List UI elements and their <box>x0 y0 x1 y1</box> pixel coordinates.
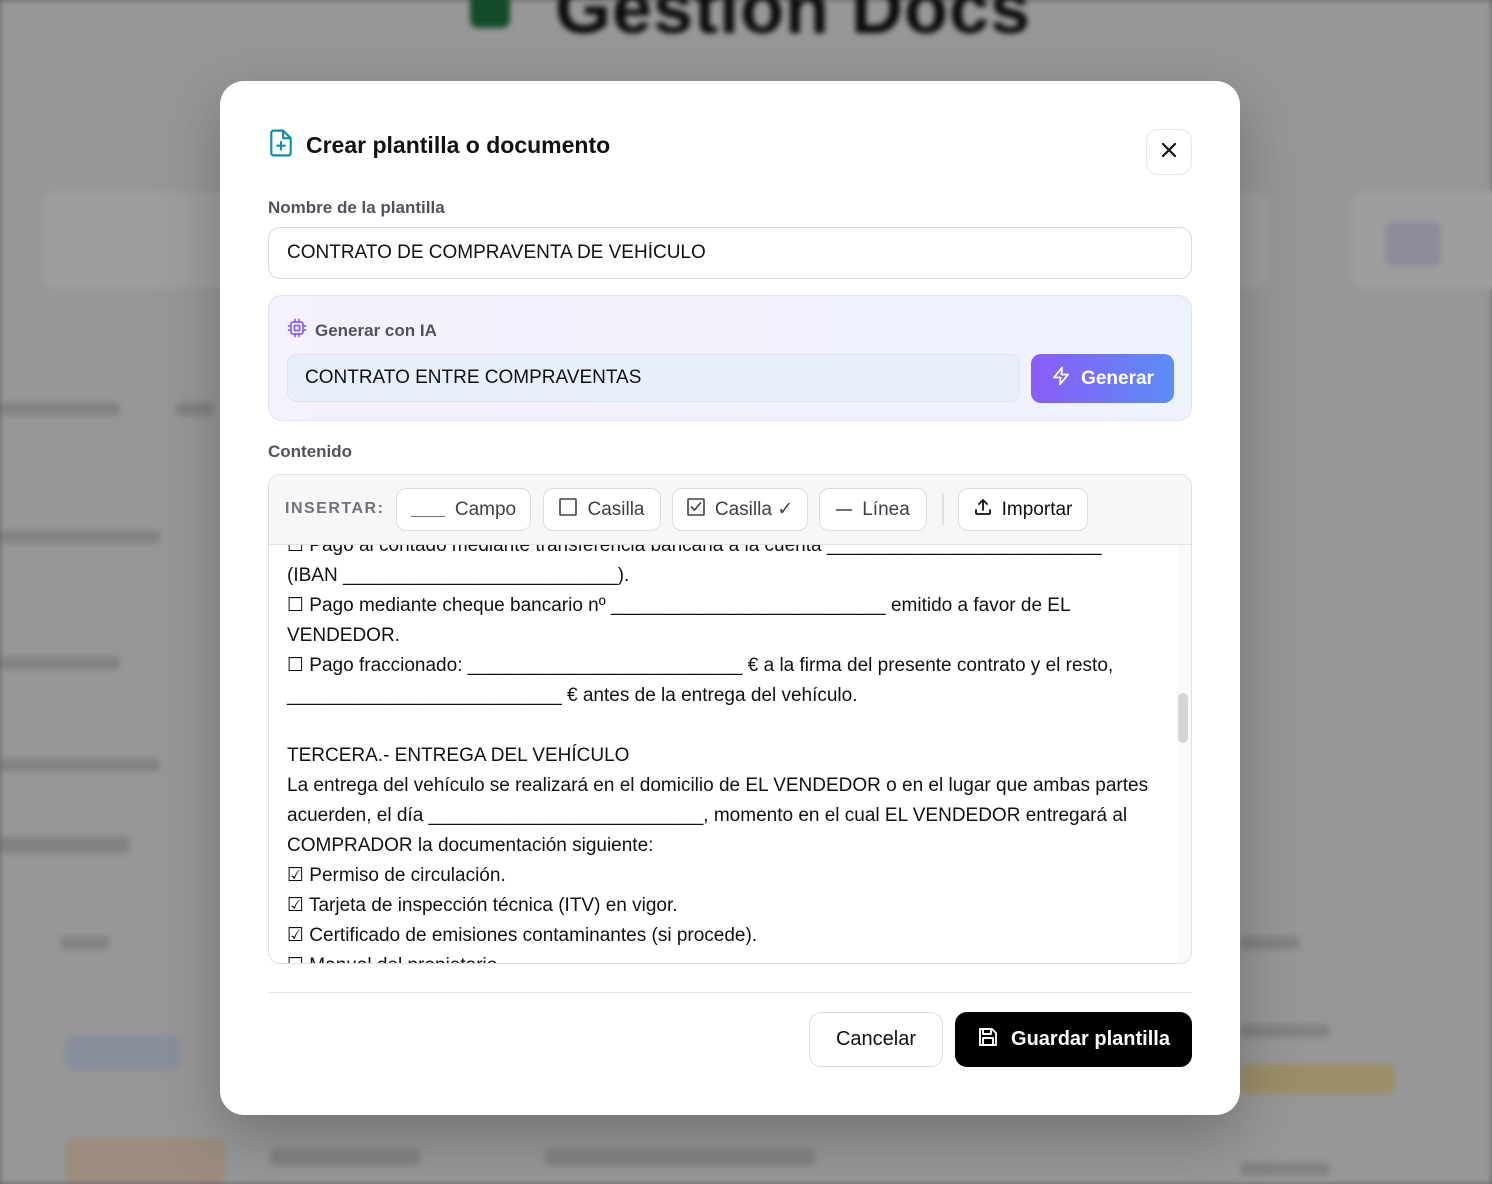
cpu-icon <box>287 318 307 343</box>
checkbox-icon <box>559 497 578 522</box>
ai-prompt-input[interactable] <box>287 354 1020 402</box>
insert-line-button[interactable]: Línea <box>819 488 927 531</box>
save-icon <box>977 1026 999 1054</box>
footer-divider <box>268 992 1192 993</box>
content-scrollbar[interactable] <box>1177 545 1191 963</box>
upload-icon <box>974 498 992 522</box>
field-blank-icon <box>410 503 445 517</box>
generate-button-label: Generar <box>1081 367 1154 389</box>
close-button[interactable] <box>1146 129 1192 175</box>
content-text-area[interactable]: ☐ Pago al contado mediante transferencia… <box>269 545 1179 963</box>
close-icon <box>1160 141 1178 164</box>
ai-generate-label: Generar con IA <box>287 318 437 343</box>
insert-line-label: Línea <box>862 498 910 520</box>
insert-label: INSERTAR: <box>285 500 385 517</box>
save-template-label: Guardar plantilla <box>1011 1028 1170 1050</box>
ai-generate-panel: Generar con IA Generar <box>268 295 1192 421</box>
generate-button[interactable]: Generar <box>1031 354 1174 403</box>
template-name-label: Nombre de la plantilla <box>268 198 445 217</box>
insert-field-button[interactable]: Campo <box>396 488 531 531</box>
file-plus-icon <box>268 129 294 162</box>
cancel-button[interactable]: Cancelar <box>809 1012 943 1067</box>
insert-checked-checkbox-button[interactable]: Casilla ✓ <box>672 488 808 531</box>
insert-checkbox-button[interactable]: Casilla <box>543 488 661 531</box>
zap-icon <box>1051 366 1071 392</box>
toolbar-divider <box>942 493 944 525</box>
insert-checked-checkbox-label: Casilla ✓ <box>714 499 794 520</box>
content-label: Contenido <box>268 442 353 461</box>
import-label: Importar <box>1001 498 1073 520</box>
scrollbar-thumb[interactable] <box>1178 693 1188 743</box>
save-template-button[interactable]: Guardar plantilla <box>955 1012 1192 1067</box>
minus-icon <box>836 508 853 511</box>
import-button[interactable]: Importar <box>958 488 1088 531</box>
dialog-title: Crear plantilla o documento <box>306 132 611 158</box>
content-editor: INSERTAR: Campo Casilla Casilla ✓ Línea <box>268 474 1192 964</box>
create-template-dialog: Crear plantilla o documento Nombre de la… <box>220 81 1240 1115</box>
dialog-header: Crear plantilla o documento <box>268 129 610 162</box>
insert-toolbar: INSERTAR: Campo Casilla Casilla ✓ Línea <box>269 475 1191 545</box>
template-name-input[interactable] <box>268 227 1192 279</box>
ai-label-text: Generar con IA <box>315 320 437 340</box>
checked-checkbox-icon <box>687 497 705 522</box>
content-text: ☐ Pago al contado mediante transferencia… <box>287 545 1149 963</box>
insert-checkbox-label: Casilla <box>587 498 645 520</box>
insert-field-label: Campo <box>454 498 517 520</box>
